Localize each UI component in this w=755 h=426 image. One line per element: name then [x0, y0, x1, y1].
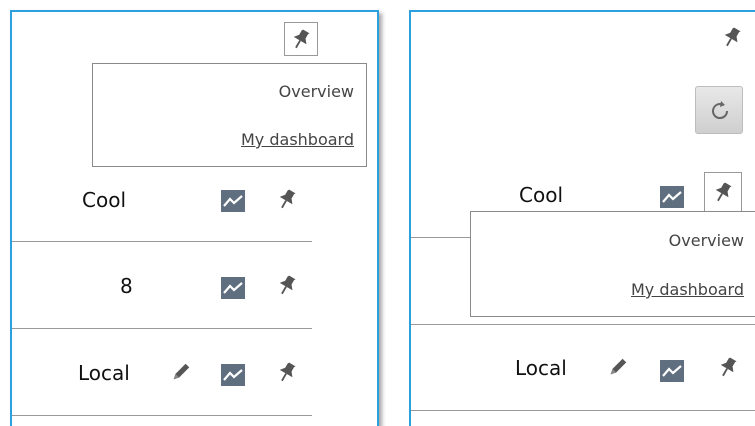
row-divider	[12, 415, 312, 416]
row-divider	[411, 410, 755, 411]
pin-icon[interactable]	[717, 356, 739, 378]
right-panel: Cool Overview My dashboard Local	[409, 10, 755, 426]
pencil-icon[interactable]	[607, 356, 629, 378]
pin-menu-popup: Overview My dashboard	[470, 211, 755, 317]
my-dashboard-option[interactable]: My dashboard	[631, 280, 744, 299]
pin-icon[interactable]	[721, 26, 743, 48]
row-label-cool: Cool	[519, 183, 563, 207]
pin-icon[interactable]	[276, 361, 298, 383]
pin-toggle-button-active[interactable]	[704, 172, 742, 212]
row-divider	[12, 241, 312, 242]
chart-icon[interactable]	[660, 186, 684, 208]
my-dashboard-option[interactable]: My dashboard	[241, 130, 354, 149]
row-divider	[411, 237, 471, 238]
refresh-button[interactable]	[695, 86, 743, 134]
pencil-icon[interactable]	[170, 361, 192, 383]
chart-icon[interactable]	[660, 360, 684, 382]
pin-icon[interactable]	[276, 188, 298, 210]
row-label-local: Local	[515, 356, 567, 380]
row-divider	[411, 324, 755, 325]
pin-icon	[712, 181, 734, 203]
row-divider	[12, 328, 312, 329]
chart-icon[interactable]	[221, 277, 245, 299]
row-label-local: Local	[78, 361, 130, 385]
row-label-cool: Cool	[82, 188, 126, 212]
pin-menu-popup: Overview My dashboard	[92, 63, 367, 167]
pin-toggle-button[interactable]	[284, 22, 318, 56]
chart-icon[interactable]	[221, 190, 245, 212]
chart-icon[interactable]	[221, 364, 245, 386]
row-label-value: 8	[120, 274, 133, 298]
overview-option[interactable]: Overview	[669, 231, 744, 250]
pin-icon	[290, 28, 312, 50]
left-panel: Overview My dashboard Cool 8 Local	[10, 10, 379, 426]
refresh-icon	[712, 101, 729, 120]
overview-option[interactable]: Overview	[279, 82, 354, 101]
pin-icon[interactable]	[276, 274, 298, 296]
